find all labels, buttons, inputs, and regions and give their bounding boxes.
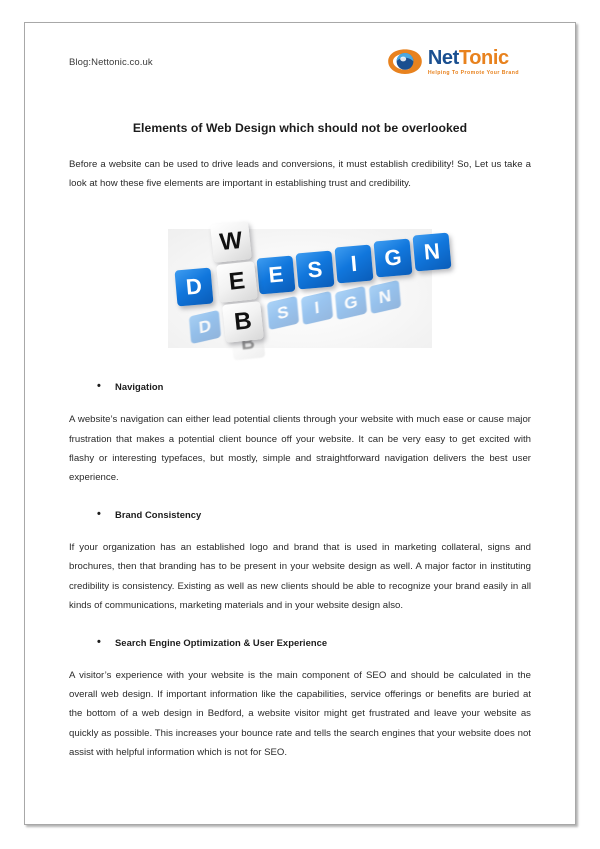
section-heading-list-brand-consistency: Brand Consistency	[69, 506, 531, 524]
block-w: W	[210, 221, 252, 264]
document-page: Blog:Nettonic.co.uk NetTonic Helping To …	[24, 22, 576, 825]
logo-text-block: NetTonic Helping To Promote Your Brand	[428, 48, 519, 76]
block-e-design: E	[256, 255, 296, 295]
logo-word-net: Net	[427, 47, 459, 70]
block-b: B	[222, 301, 264, 344]
nettonic-swoosh-logo-icon	[388, 49, 422, 74]
web-design-blocks-image: D S I G N B D E S I G N W E B	[69, 211, 531, 361]
block-g: G	[373, 238, 413, 278]
page-title: Elements of Web Design which should not …	[132, 121, 468, 135]
block-i: I	[334, 244, 374, 284]
bullet-heading-seo: Search Engine Optimization & User Experi…	[97, 634, 531, 652]
block-d: D	[174, 267, 214, 307]
block-s: S	[295, 250, 335, 290]
section-body-brand-consistency: If your organization has an established …	[69, 542, 531, 611]
bullet-heading-brand-consistency: Brand Consistency	[97, 506, 531, 524]
logo-tagline: Helping To Promote Your Brand	[427, 69, 519, 76]
section-body-navigation: A website’s navigation can either lead p…	[69, 414, 531, 483]
logo-wordmark: NetTonic	[428, 48, 519, 68]
section-heading-list-seo: Search Engine Optimization & User Experi…	[69, 634, 531, 652]
intro-paragraph: Before a website can be used to drive le…	[69, 159, 531, 190]
nettonic-logo: NetTonic Helping To Promote Your Brand	[387, 43, 531, 77]
logo-word-tonic: Tonic	[458, 47, 509, 70]
document-header: Blog:Nettonic.co.uk NetTonic Helping To …	[69, 43, 531, 95]
blog-url-label: Blog:Nettonic.co.uk	[69, 57, 153, 68]
block-n: N	[412, 232, 452, 272]
bullet-heading-navigation: Navigation	[97, 378, 531, 396]
blocks-stage: D S I G N B D E S I G N W E B	[150, 211, 452, 361]
block-e-web: E	[216, 261, 258, 304]
page-content: Blog:Nettonic.co.uk NetTonic Helping To …	[25, 23, 575, 824]
section-heading-list-navigation: Navigation	[69, 378, 531, 396]
section-body-seo: A visitor’s experience with your website…	[69, 670, 531, 758]
